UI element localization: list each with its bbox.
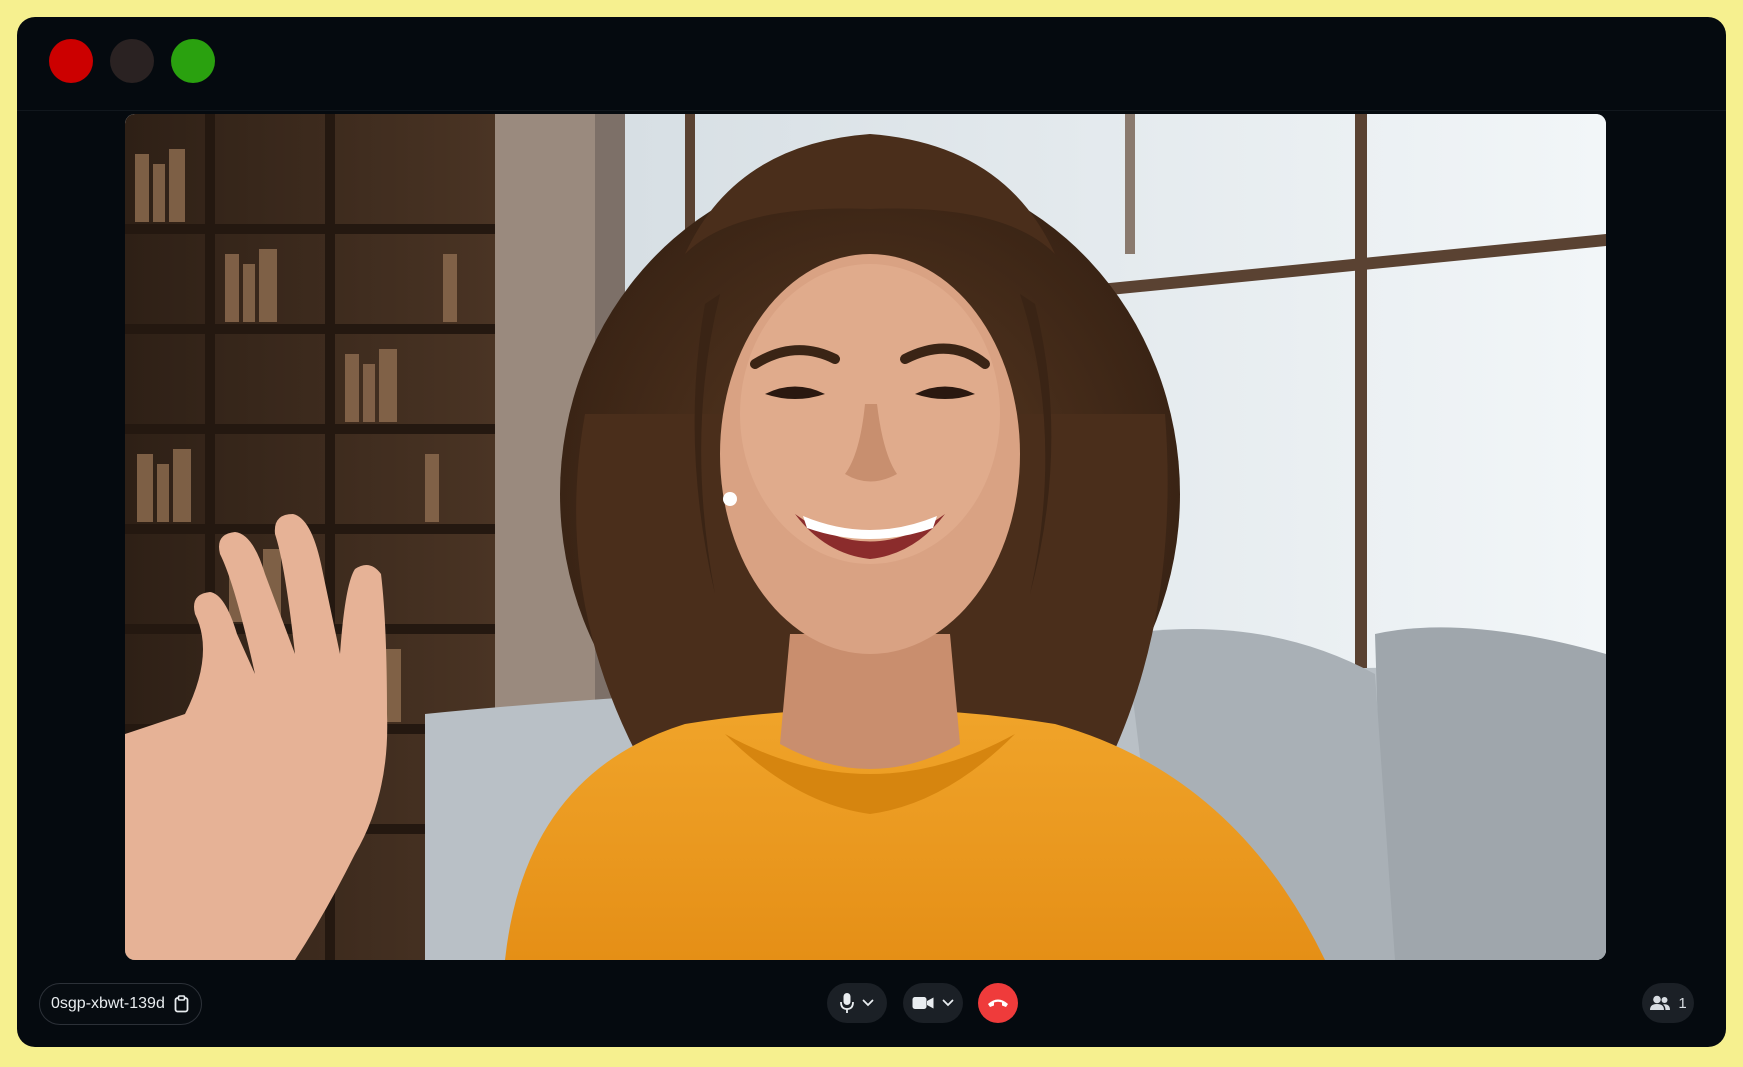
participants-button[interactable]: 1 [1642, 983, 1694, 1023]
meeting-code-text: 0sgp-xbwt-139d [51, 995, 165, 1012]
call-controls-bar: 0sgp-xbwt-139d 1 [17, 983, 1726, 1027]
end-call-button[interactable] [978, 983, 1018, 1023]
video-feed-image [125, 114, 1606, 960]
close-window-button[interactable] [49, 39, 93, 83]
phone-hangup-icon [986, 997, 1010, 1009]
microphone-toggle-button[interactable] [827, 983, 887, 1023]
chevron-down-icon[interactable] [862, 999, 874, 1007]
video-camera-icon [912, 996, 934, 1010]
chevron-down-icon[interactable] [942, 999, 954, 1007]
participants-count: 1 [1678, 994, 1687, 1012]
microphone-icon [840, 992, 854, 1014]
clipboard-icon[interactable] [174, 995, 189, 1013]
minimize-window-button[interactable] [110, 39, 154, 83]
maximize-window-button[interactable] [171, 39, 215, 83]
title-bar [17, 17, 1726, 111]
camera-toggle-button[interactable] [903, 983, 963, 1023]
people-icon [1649, 995, 1671, 1011]
video-feed [125, 114, 1606, 960]
meeting-code-chip[interactable]: 0sgp-xbwt-139d [39, 983, 202, 1025]
app-window: 0sgp-xbwt-139d 1 [17, 17, 1726, 1047]
